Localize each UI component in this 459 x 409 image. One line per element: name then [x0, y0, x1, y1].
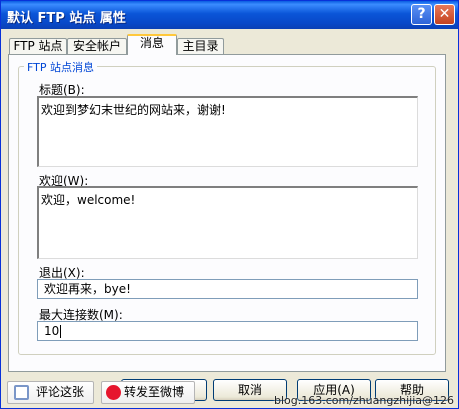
tab-messages[interactable]: 消息 [127, 34, 177, 55]
weibo-icon [106, 385, 121, 400]
repost-weibo-button[interactable]: 转发至微博 [101, 381, 195, 404]
blog-watermark: blog.163.com/zhuangzhijia@126 [274, 394, 455, 407]
comment-label: 评论这张 [36, 385, 85, 399]
max-connections-value: 10 [44, 324, 60, 338]
close-icon[interactable]: ✕ [434, 4, 455, 25]
tab-home-directory[interactable]: 主目录 [177, 38, 224, 54]
group-title: FTP 站点消息 [24, 59, 97, 75]
window-title: 默认 FTP 站点 属性 [7, 11, 126, 26]
tab-ftp-site[interactable]: FTP 站点 [9, 38, 67, 54]
max-connections-input[interactable]: 10 [37, 321, 418, 341]
repost-label: 转发至微博 [124, 385, 185, 399]
comment-icon [14, 385, 29, 400]
properties-dialog: 默认 FTP 站点 属性 ? ✕ FTP 站点 安全帐户 消息 主目录 FTP … [0, 0, 459, 409]
welcome-textarea[interactable]: 欢迎，welcome! [37, 186, 418, 259]
help-icon[interactable]: ? [411, 4, 432, 25]
title-bar: 默认 FTP 站点 属性 ? ✕ [1, 1, 458, 29]
comment-photo-button[interactable]: 评论这张 [7, 381, 94, 404]
tab-security-accounts[interactable]: 安全帐户 [67, 38, 127, 54]
title-textarea[interactable]: 欢迎到梦幻末世纪的网站来，谢谢! [37, 96, 418, 167]
exit-input[interactable]: 欢迎再来，bye! [37, 279, 418, 299]
text-caret [60, 325, 62, 338]
